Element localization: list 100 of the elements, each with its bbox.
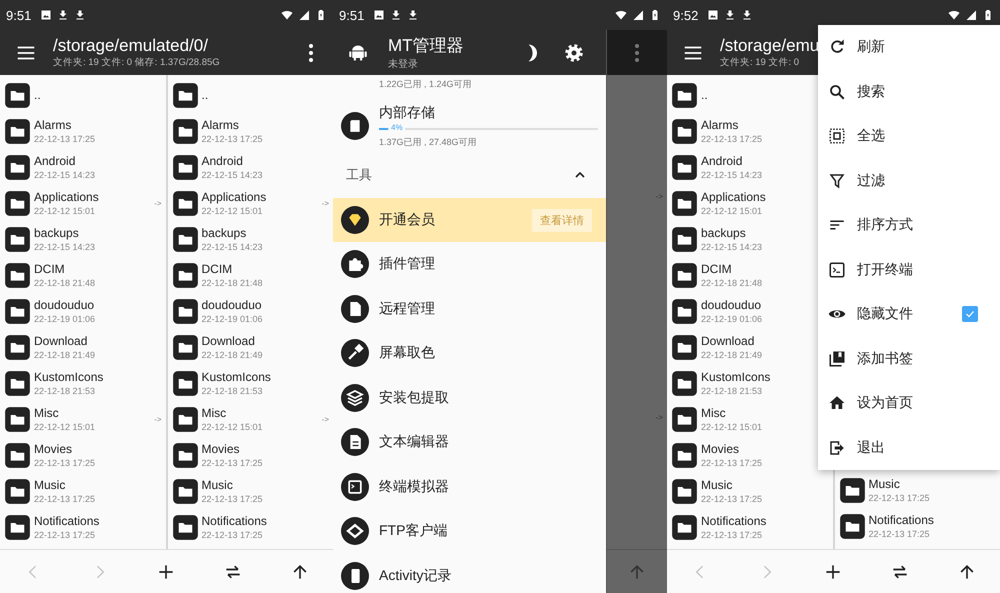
- folder-item[interactable]: Misc 22-12-12 15:01 ->: [168, 401, 333, 437]
- download-icon: [57, 9, 70, 21]
- eyedropper-icon: [341, 339, 369, 368]
- folder-icon: [4, 262, 31, 288]
- arrow-text: ->: [656, 192, 663, 201]
- folder-icon: [172, 298, 198, 324]
- menu-item[interactable]: 刷新: [818, 25, 1000, 70]
- folder-icon: [172, 334, 198, 360]
- text-file-icon: [341, 428, 369, 456]
- folder-item[interactable]: backups 22-12-15 14:23: [0, 221, 166, 257]
- folder-item[interactable]: Music 22-12-13 17:25: [0, 473, 166, 509]
- folder-icon: [838, 476, 866, 504]
- folder-item[interactable]: ..: [168, 77, 333, 113]
- folder-icon: [671, 118, 698, 144]
- drawer-item[interactable]: 文本编辑器: [333, 420, 606, 464]
- folder-item[interactable]: Music 22-12-13 17:25: [834, 472, 1000, 508]
- image-icon: [40, 9, 52, 21]
- folder-icon: [172, 514, 198, 540]
- folder-item[interactable]: Notifications 22-12-13 17:25: [667, 509, 832, 545]
- folder-icon: [671, 370, 698, 396]
- folder-item[interactable]: KustomIcons 22-12-18 21:53: [0, 365, 166, 401]
- folder-item[interactable]: DCIM 22-12-18 21:48: [168, 257, 333, 293]
- folder-item[interactable]: Download 22-12-18 21:49: [168, 329, 333, 365]
- clock: 9:51: [339, 8, 364, 22]
- storage-usage: 1.37G已用 , 27.48G可用: [379, 136, 478, 148]
- drawer-item[interactable]: 安装包提取: [333, 376, 606, 420]
- drawer-item[interactable]: 远程管理: [333, 286, 606, 331]
- signal-icon: [298, 9, 310, 21]
- folder-icon: [4, 370, 31, 396]
- folder-icon: [4, 82, 31, 108]
- android-icon: [348, 42, 368, 62]
- folder-icon: [671, 82, 698, 108]
- image-icon: [373, 9, 386, 21]
- folder-item[interactable]: Misc 22-12-12 15:01 ->: [0, 401, 166, 437]
- folder-item[interactable]: Notifications 22-12-13 17:25: [168, 509, 333, 545]
- drawer-item[interactable]: 插件管理: [333, 242, 606, 286]
- folder-item[interactable]: doudouduo 22-12-19 01:06: [0, 293, 166, 329]
- folder-icon: [172, 370, 198, 396]
- signal-icon: [632, 9, 644, 21]
- folder-icon: [172, 190, 198, 216]
- folder-icon: [671, 298, 698, 324]
- drawer-item[interactable]: FTP客户端: [333, 509, 606, 554]
- folder-item[interactable]: Android 22-12-15 14:23: [0, 149, 166, 185]
- drawer-item[interactable]: Activity记录: [333, 554, 606, 593]
- folder-item[interactable]: ..: [0, 77, 166, 113]
- phone-icon: [341, 562, 369, 590]
- wifi-icon: [615, 9, 627, 21]
- folder-path: /storage/emu: [720, 36, 820, 56]
- folder-icon: [172, 226, 198, 252]
- folder-item[interactable]: KustomIcons 22-12-18 21:53: [168, 365, 333, 401]
- folder-item[interactable]: Alarms 22-12-13 17:25: [168, 113, 333, 149]
- folder-icon: [671, 154, 698, 180]
- folder-icon: [4, 442, 31, 468]
- folder-item[interactable]: doudouduo 22-12-19 01:06: [168, 293, 333, 329]
- image-icon: [707, 9, 720, 21]
- folder-item[interactable]: Applications 22-12-12 15:01 ->: [0, 185, 166, 221]
- terminal-icon: [341, 472, 369, 501]
- download-icon: [407, 9, 420, 21]
- network-icon: [341, 517, 369, 546]
- more-options-icon[interactable]: [309, 44, 313, 62]
- folder-item[interactable]: DCIM 22-12-18 21:48: [0, 257, 166, 293]
- folder-icon: [671, 514, 698, 540]
- folder-icon: [671, 442, 698, 468]
- settings-icon[interactable]: [564, 42, 584, 62]
- drawer-item[interactable]: 终端模拟器: [333, 464, 606, 509]
- folder-item[interactable]: Alarms 22-12-13 17:25: [0, 113, 166, 149]
- folder-item[interactable]: Music 22-12-13 17:25: [168, 473, 333, 509]
- folder-item[interactable]: Music 22-12-13 17:25: [667, 473, 832, 509]
- folder-item[interactable]: Android 22-12-15 14:23: [168, 149, 333, 185]
- sd-card-icon: [341, 112, 369, 140]
- clock: 9:52: [673, 8, 698, 22]
- puzzle-icon: [341, 250, 369, 278]
- filter-icon: [828, 172, 846, 190]
- download-icon: [390, 9, 402, 21]
- folder-icon: [4, 226, 31, 252]
- folder-item[interactable]: Download 22-12-18 21:49: [0, 329, 166, 365]
- folder-item[interactable]: Movies 22-12-13 17:25: [168, 437, 333, 473]
- app-title: MT管理器: [388, 35, 464, 57]
- folder-item[interactable]: Notifications 22-12-13 17:25: [0, 509, 166, 545]
- folder-item[interactable]: backups 22-12-15 14:23: [168, 221, 333, 257]
- folder-icon: [671, 478, 698, 504]
- storage-percent: 4%: [389, 122, 405, 132]
- drawer-item[interactable]: 屏幕取色: [333, 331, 606, 376]
- membership-label[interactable]: 开通会员: [379, 211, 532, 229]
- folder-item[interactable]: Applications 22-12-12 15:01 ->: [168, 185, 333, 221]
- folder-icon: [671, 406, 698, 432]
- folder-info: 文件夹: 19 文件: 0: [720, 56, 800, 69]
- checkbox[interactable]: [962, 306, 978, 322]
- folder-info: 文件夹: 19 文件: 0 储存: 1.37G/28.85G: [53, 56, 220, 69]
- folder-item[interactable]: Movies 22-12-13 17:25: [0, 437, 166, 473]
- folder-icon: [172, 442, 198, 468]
- folder-icon: [671, 190, 698, 216]
- wifi-icon: [948, 9, 960, 21]
- download-icon: [74, 9, 86, 21]
- folder-icon: [838, 512, 866, 540]
- select-all-icon: [828, 127, 846, 146]
- folder-item[interactable]: Notifications 22-12-13 17:25: [834, 508, 1000, 544]
- document-icon: [341, 294, 369, 323]
- folder-path: /storage/emulated/0/: [53, 36, 208, 56]
- signal-icon: [965, 9, 977, 21]
